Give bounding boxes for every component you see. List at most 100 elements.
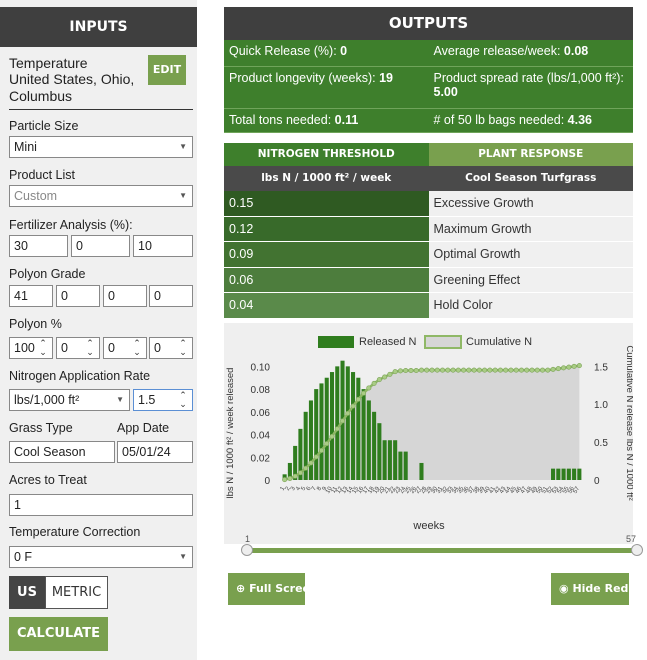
released-n-bar [393,440,398,480]
threshold-table-header: lbs N / 1000 ft² / week Cool Season Turf… [224,166,633,191]
stat-value: 5.00 [433,85,458,99]
threshold-response: Greening Effect [428,267,633,292]
table-row: 0.06 Greening Effect [224,267,633,293]
product-list-select[interactable]: Custom ▼ [9,185,193,207]
cumulative-point [534,367,540,373]
polyon-percent-input-1[interactable]: 100 ⌃ ⌄ [9,337,53,359]
cumulative-point [324,441,330,447]
stepper-icon[interactable]: ⌃ ⌄ [130,339,144,357]
cumulative-point [529,367,535,373]
tons-needed-stat: Total tons needed: 0.11 [224,109,429,132]
nitrogen-rate-label: Nitrogen Application Rate [9,369,151,383]
released-n-bar [577,468,582,480]
released-n-bar [329,372,335,480]
cumulative-point [461,367,467,373]
polyon-grade-input-4[interactable]: 0 [149,285,193,307]
cumulative-point [445,367,451,373]
cumulative-point [429,367,435,373]
cumulative-point [387,371,393,377]
particle-size-select[interactable]: Mini ▼ [9,136,193,158]
slider-handle-max[interactable] [631,544,643,556]
cumulative-point [540,367,546,373]
cumulative-point [392,369,398,375]
y-right-tick-label: 1.0 [594,400,608,411]
stat-label: Average release/week: [433,44,564,58]
nitrogen-rate-value: 1.5 [138,393,156,407]
released-n-bar [566,468,571,480]
threshold-response: Maximum Growth [428,216,633,241]
table-row: 0.09 Optimal Growth [224,242,633,268]
temp-correction-select[interactable]: 0 F ▼ [9,546,193,568]
released-n-bar [556,468,561,480]
full-screen-button[interactable]: ⊕ Full Screen [228,573,305,605]
threshold-value: 0.06 [224,267,429,292]
chart-svg: 00.020.040.060.080.1000.51.01.5123456789… [225,335,633,532]
fertilizer-n-input[interactable]: 30 [9,235,68,257]
polyon-percent-input-2[interactable]: 0 ⌃ ⌄ [56,337,100,359]
fertilizer-k-input[interactable]: 10 [133,235,193,257]
cumulative-point [345,410,351,416]
chevron-down-icon: ▼ [116,395,124,404]
hide-red-line-button[interactable]: ◉ Hide Red Lin [551,573,629,605]
tab-plant-response[interactable]: PLANT RESPONSE [428,143,633,166]
slider-handle-min[interactable] [241,544,253,556]
stepper-icon[interactable]: ⌃ ⌄ [176,339,190,357]
grass-type-input[interactable]: Cool Season [9,441,115,463]
calculate-button[interactable]: CALCULATE [9,617,108,651]
cumulative-point [518,367,524,373]
released-n-bar [361,389,366,480]
cumulative-area [284,365,580,480]
cumulative-point [487,367,493,373]
bags-needed-stat: # of 50 lb bags needed: 4.36 [429,109,634,132]
cumulative-point [471,367,477,373]
cumulative-point [482,367,488,373]
acres-input[interactable]: 1 [9,494,193,516]
stat-label: Product spread rate (lbs/1,000 ft²): [433,71,624,85]
cumulative-point [476,367,482,373]
released-n-bar [372,411,377,480]
polyon-percent-value-1: 100 [14,341,35,355]
nitrogen-rate-input[interactable]: 1.5 ⌃ ⌄ [133,389,193,411]
edit-temperature-button[interactable]: EDIT [148,55,186,85]
cumulative-point [308,460,314,466]
nitrogen-unit-select[interactable]: lbs/1,000 ft² ▼ [9,389,130,411]
week-range-slider[interactable] [247,548,637,553]
app-date-input[interactable]: 05/01/24 [117,441,193,463]
threshold-response: Excessive Growth [428,191,633,216]
released-n-bar [572,468,577,480]
divider [9,109,193,110]
cumulative-point [508,367,514,373]
polyon-percent-input-4[interactable]: 0 ⌃ ⌄ [149,337,193,359]
polyon-grade-input-1[interactable]: 41 [9,285,53,307]
metric-units-button[interactable]: METRIC [45,576,108,609]
cumulative-point [555,366,561,372]
stepper-icon[interactable]: ⌃ ⌄ [36,339,50,357]
temperature-label: Temperature [9,55,88,71]
stepper-icon[interactable]: ⌃ ⌄ [83,339,97,357]
temperature-location: United States, Ohio, Columbus [9,71,135,104]
released-n-bar [356,377,361,480]
cumulative-point [318,447,324,453]
polyon-grade-input-2[interactable]: 0 [56,285,100,307]
released-n-bar [351,372,356,480]
fertilizer-p-input[interactable]: 0 [71,235,130,257]
polyon-grade-input-3[interactable]: 0 [103,285,147,307]
column-header-response: Cool Season Turfgrass [465,172,597,184]
y-left-tick-label: 0.08 [251,385,271,396]
nitrogen-unit-value: lbs/1,000 ft² [14,393,80,407]
cumulative-point [366,385,372,391]
released-n-bar [319,383,324,480]
tab-nitrogen-threshold[interactable]: NITROGEN THRESHOLD [224,143,429,166]
us-units-button[interactable]: US [9,576,45,609]
table-row: 0.12 Maximum Growth [224,216,633,242]
released-n-bar [561,468,566,480]
y-left-tick-label: 0 [264,476,270,487]
released-n-bar [314,389,319,480]
polyon-percent-input-3[interactable]: 0 ⌃ ⌄ [103,337,147,359]
cumulative-point [329,433,335,439]
stepper-icon[interactable]: ⌃ ⌄ [176,391,190,409]
table-row: 0.04 Hold Color [224,293,633,319]
stat-label: # of 50 lb bags needed: [433,113,568,127]
stat-label: Product longevity (weeks): [229,71,380,85]
released-n-bar [551,468,556,480]
